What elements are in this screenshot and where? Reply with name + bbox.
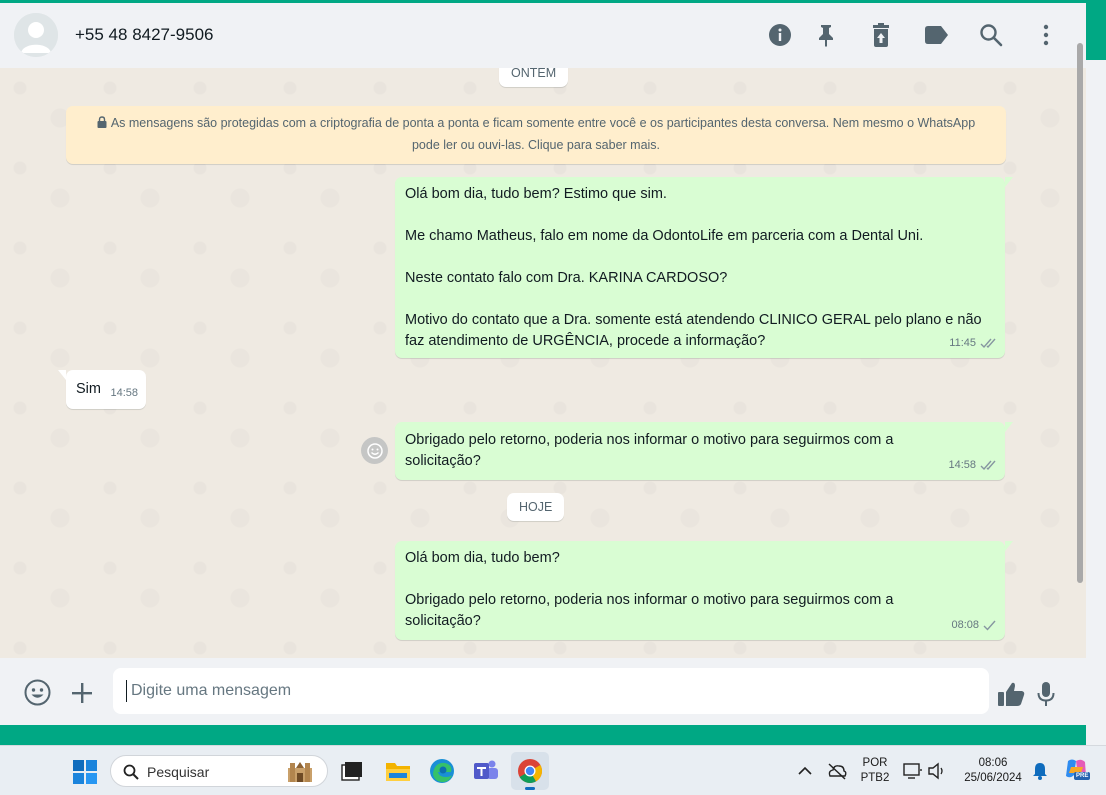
double-check-icon	[980, 338, 996, 349]
message-line: Sim	[76, 381, 101, 397]
search-icon[interactable]	[978, 22, 1004, 48]
message-time: 14:58	[110, 387, 138, 399]
emoji-reaction-button[interactable]	[361, 437, 388, 464]
active-app-indicator	[525, 787, 535, 790]
message-line: Olá bom dia, tudo bem?	[405, 550, 560, 566]
message-outgoing[interactable]: Obrigado pelo retorno, poderia nos infor…	[395, 422, 1013, 480]
window-edge-lower	[1086, 60, 1106, 745]
windows-start-icon[interactable]	[72, 759, 98, 785]
thumbs-up-icon[interactable]	[997, 681, 1025, 707]
attach-plus-icon[interactable]	[69, 680, 95, 706]
message-time: 11:45	[949, 337, 976, 349]
date-divider-yesterday: ONTEM	[499, 68, 569, 87]
message-time: 14:58	[948, 459, 976, 471]
message-line: Obrigado pelo retorno, poderia nos infor…	[405, 592, 894, 629]
emoji-icon[interactable]	[23, 678, 51, 706]
default-avatar-icon	[14, 13, 58, 57]
file-explorer-icon[interactable]	[384, 757, 412, 785]
task-view-icon[interactable]	[340, 759, 364, 783]
chrome-browser-icon[interactable]	[511, 752, 549, 790]
chevron-up-icon[interactable]	[796, 762, 814, 780]
copilot-icon[interactable]: PRE	[1062, 756, 1091, 784]
chat-scrollbar[interactable]	[1077, 43, 1083, 583]
contact-name[interactable]: +55 48 8427-9506	[75, 25, 214, 45]
lock-icon	[97, 116, 107, 128]
teams-icon[interactable]	[472, 757, 500, 785]
display-network-icon[interactable]	[902, 760, 924, 782]
microphone-icon[interactable]	[1036, 680, 1056, 708]
notification-bell-icon[interactable]	[1030, 761, 1050, 781]
label-icon[interactable]	[923, 22, 949, 48]
taskbar-clock[interactable]: 08:06 25/06/2024	[958, 756, 1028, 786]
info-icon[interactable]	[767, 22, 793, 48]
keyboard-layout: PTB2	[860, 772, 890, 784]
date-divider-today: HOJE	[507, 493, 565, 521]
chat-header: +55 48 8427-9506	[0, 3, 1086, 68]
single-check-icon	[983, 620, 996, 631]
network-offline-icon[interactable]	[826, 760, 848, 782]
search-highlight-image-icon	[288, 762, 312, 782]
double-check-icon	[980, 460, 996, 471]
message-meta: 11:45	[949, 333, 997, 354]
encryption-notice[interactable]: As mensagens são protegidas com a cripto…	[66, 106, 1006, 164]
message-list[interactable]: ONTEM As mensagens são protegidas com a …	[0, 68, 1086, 658]
whatsapp-chat-window: +55 48 8427-9506 ONTEM As mensagens são …	[0, 3, 1086, 725]
message-composer	[0, 658, 1086, 725]
text-caret	[126, 680, 127, 702]
menu-icon[interactable]	[1033, 22, 1059, 48]
message-meta: 08:08	[951, 615, 997, 636]
clock-time: 08:06	[978, 757, 1008, 769]
message-input[interactable]	[113, 668, 989, 714]
clear-chat-icon[interactable]	[868, 22, 894, 48]
message-outgoing[interactable]: Olá bom dia, tudo bem? Obrigado pelo ret…	[395, 541, 1013, 640]
message-incoming[interactable]: Sim 14:58	[58, 370, 146, 409]
message-meta: 14:58	[948, 455, 997, 476]
clock-date: 25/06/2024	[964, 772, 1022, 784]
message-line: Motivo do contato que a Dra. somente est…	[405, 312, 982, 349]
encryption-notice-text: As mensagens são protegidas com a cripto…	[110, 116, 976, 152]
windows-taskbar: Pesquisar POR PTB2 08:06 25/06/2024 PRE	[0, 745, 1106, 795]
message-line: Obrigado pelo retorno, poderia nos infor…	[405, 432, 894, 469]
bubble-tail	[58, 370, 66, 380]
message-line: Me chamo Matheus, falo em nome da Odonto…	[405, 228, 924, 244]
bubble-tail	[1005, 177, 1013, 187]
contact-avatar[interactable]	[14, 13, 58, 57]
bubble-tail	[1005, 422, 1013, 432]
taskbar-search[interactable]: Pesquisar	[110, 755, 328, 787]
search-icon	[123, 764, 139, 780]
pin-icon[interactable]	[813, 22, 839, 48]
taskbar-search-placeholder: Pesquisar	[147, 764, 210, 780]
message-time: 08:08	[951, 619, 979, 631]
message-line: Olá bom dia, tudo bem? Estimo que sim.	[405, 186, 667, 202]
edge-browser-icon[interactable]	[428, 757, 456, 785]
bubble-tail	[1005, 541, 1013, 551]
volume-icon[interactable]	[926, 760, 948, 782]
input-language-indicator[interactable]: POR PTB2	[858, 756, 892, 786]
message-meta: 14:58	[110, 383, 138, 404]
smiley-icon	[366, 442, 383, 459]
copilot-preview-badge: PRE	[1074, 772, 1091, 780]
message-line: Neste contato falo com Dra. KARINA CARDO…	[405, 270, 728, 286]
language-code: POR	[862, 757, 888, 769]
message-outgoing[interactable]: Olá bom dia, tudo bem? Estimo que sim. M…	[395, 177, 1013, 358]
